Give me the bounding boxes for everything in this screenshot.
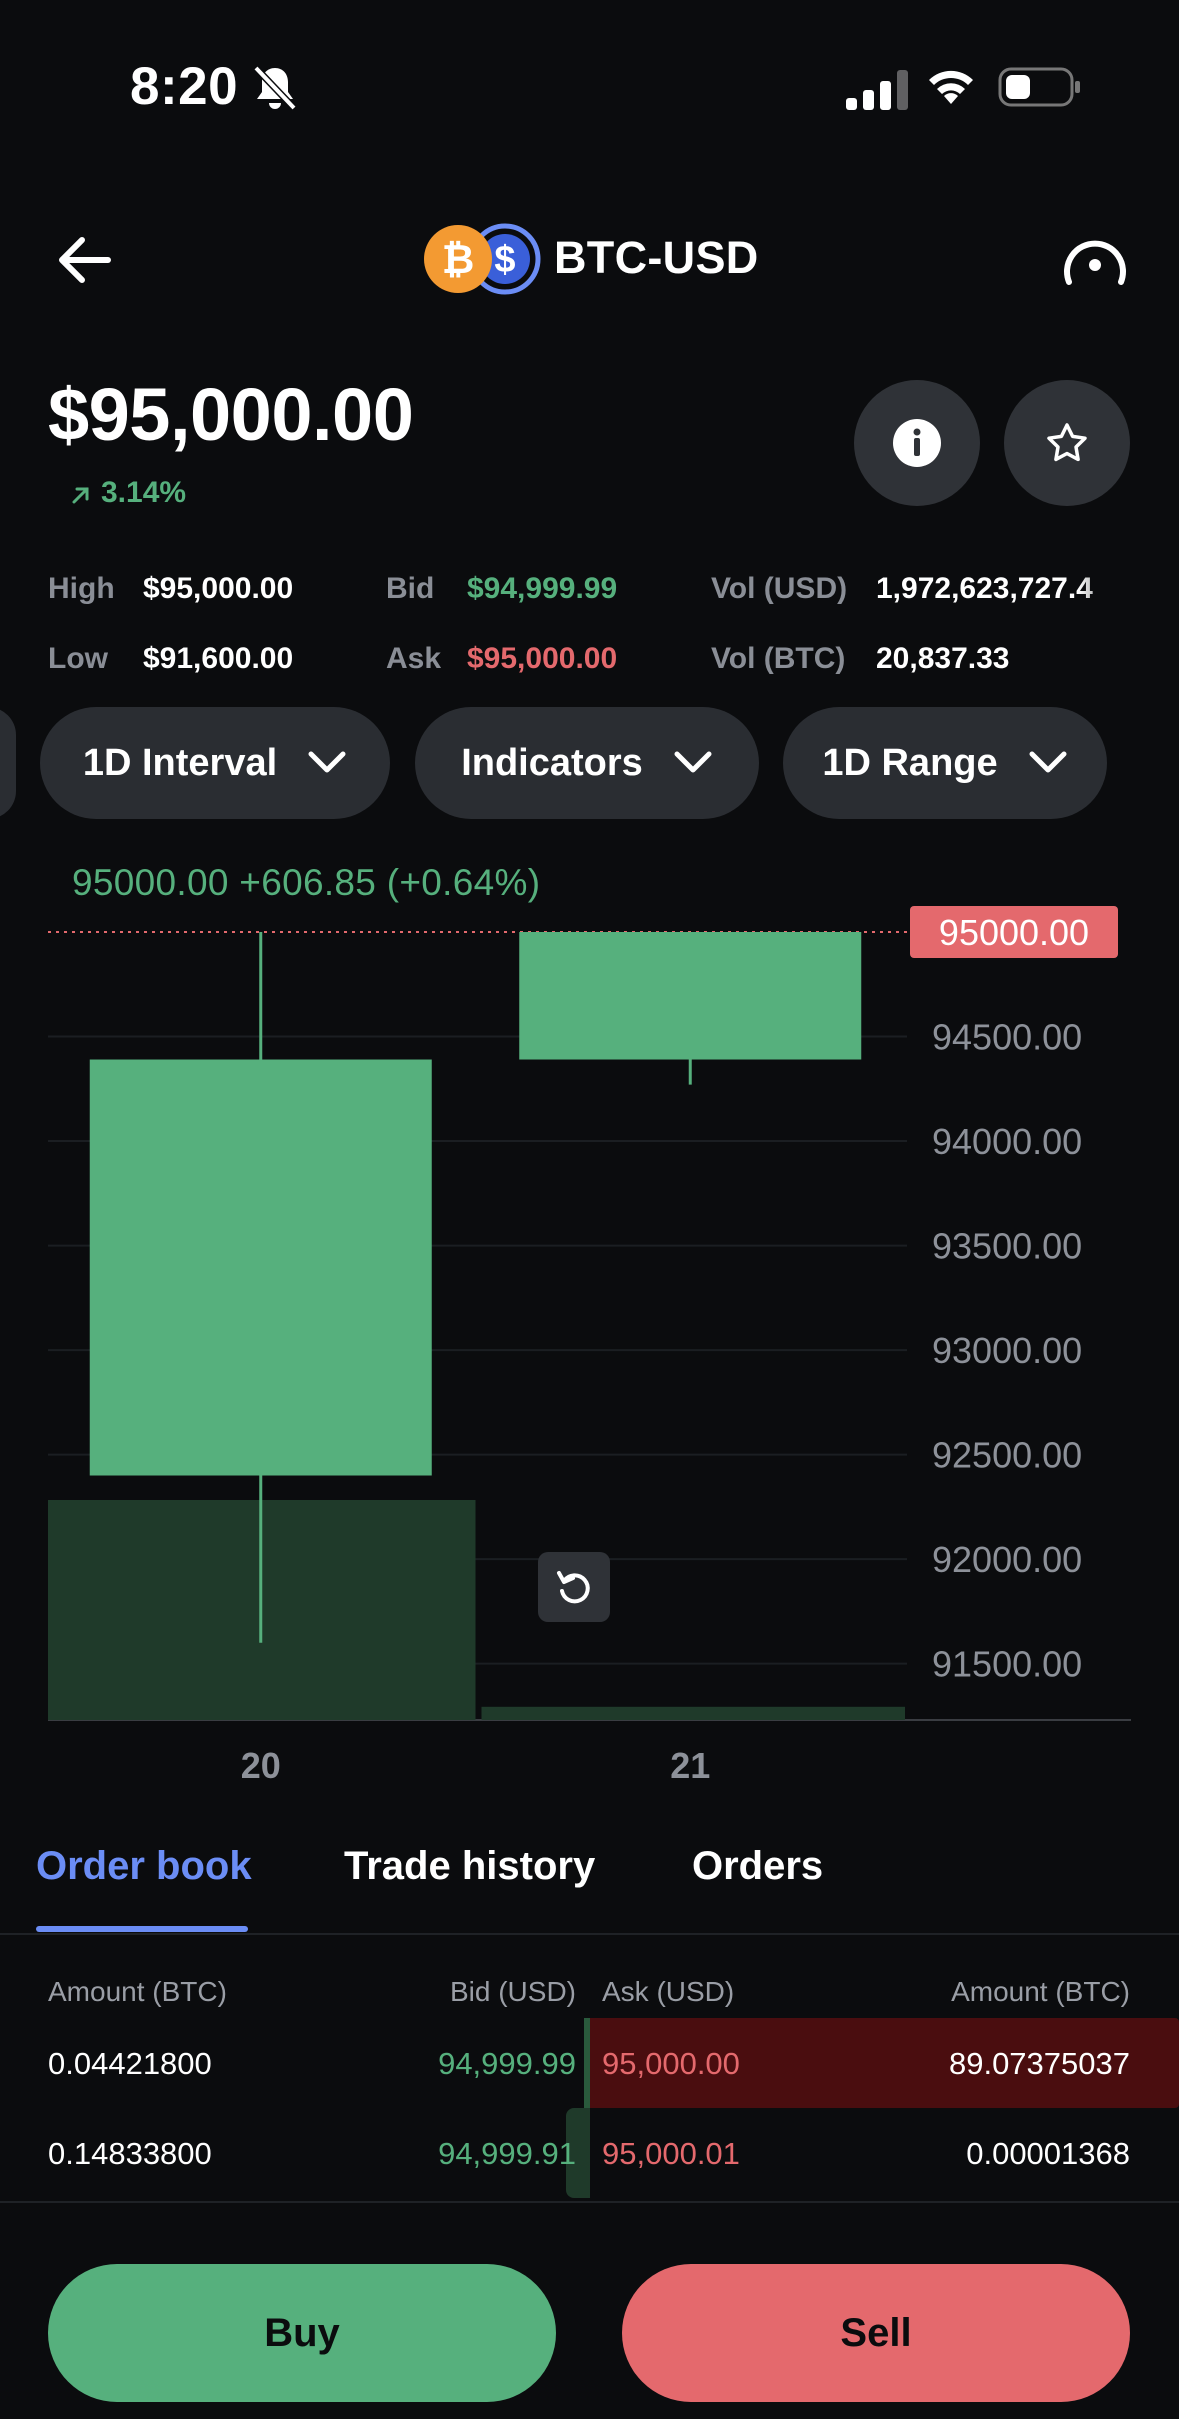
ob-row-1-bid[interactable]: 94,999.99: [438, 2046, 576, 2082]
y-tick-label: 94500.00: [932, 1017, 1082, 1058]
ob-row-2-ask[interactable]: 95,000.01: [602, 2136, 740, 2172]
candle-body: [89, 1059, 432, 1476]
ob-header-bid: Bid (USD): [449, 1976, 576, 2007]
ob-row-1-bid-amount: 0.04421800: [48, 2046, 212, 2081]
buy-button[interactable]: Buy: [48, 2264, 556, 2402]
bid-label: Bid: [386, 572, 435, 605]
btc-usd-pair-icon: $ ₿: [424, 223, 541, 295]
y-tick-label: 94000.00: [932, 1121, 1082, 1162]
candlestick-chart[interactable]: 94500.00 94000.00 93500.00 93000.00 92500.00…: [0, 900, 1179, 1780]
ob-header-ask: Ask (USD): [602, 1976, 735, 2007]
info-button[interactable]: [854, 380, 980, 506]
interval-label: 1D Interval: [82, 741, 278, 784]
high-value: $95,000.00: [143, 572, 294, 605]
indicators-label: Indicators: [461, 741, 643, 784]
tab-orders[interactable]: Orders: [692, 1844, 823, 1889]
y-tick-label: 93500.00: [932, 1226, 1082, 1267]
pair-title: BTC-USD: [554, 232, 759, 283]
tab-order-book[interactable]: Order book: [36, 1844, 252, 1889]
ob-header-ask-amount: Amount (BTC): [951, 1976, 1130, 2007]
vol-usd-value: 1,972,623,727.4: [876, 572, 1093, 605]
ob-row-1-ask-amount: 89.07375037: [948, 2046, 1130, 2081]
indicators-dropdown[interactable]: Indicators: [415, 707, 759, 819]
candle-body: [519, 932, 862, 1060]
low-label: Low: [48, 642, 108, 675]
favorite-button[interactable]: [1004, 380, 1130, 506]
chevron-down-icon: [674, 751, 712, 773]
high-label: High: [48, 572, 115, 605]
interval-dropdown[interactable]: 1D Interval: [40, 707, 390, 819]
chevron-down-icon: [1029, 751, 1067, 773]
back-arrow-icon[interactable]: [54, 232, 114, 288]
ob-row-2-ask-amount: 0.00001368: [966, 2136, 1130, 2171]
y-tick-label: 92500.00: [932, 1435, 1082, 1476]
wifi-icon: [929, 70, 973, 104]
svg-text:$: $: [494, 239, 515, 281]
sell-button[interactable]: Sell: [622, 2264, 1130, 2402]
svg-text:₿: ₿: [442, 238, 475, 282]
chart-legend: 95000.00 +606.85 (+0.64%): [72, 862, 541, 903]
low-value: $91,600.00: [143, 642, 294, 675]
price-change: 3.14%: [101, 476, 187, 509]
ob-header-bid-amount: Amount (BTC): [48, 1976, 227, 2007]
current-price-tag-label: 95000.00: [939, 912, 1089, 953]
reset-zoom-button[interactable]: [538, 1552, 610, 1622]
range-label: 1D Range: [822, 741, 998, 784]
ob-row-2-bid[interactable]: 94,999.91: [438, 2136, 576, 2172]
active-tab-indicator: [36, 1926, 248, 1932]
bell-muted-icon: [253, 65, 297, 111]
y-tick-label: 92000.00: [932, 1539, 1082, 1580]
signal-icon: [846, 70, 908, 110]
x-tick-label: 21: [670, 1745, 710, 1780]
y-tick-label: 91500.00: [932, 1644, 1082, 1685]
chevron-down-icon: [308, 751, 346, 773]
filter-pill-offscreen[interactable]: [0, 707, 16, 819]
arrow-up-right-icon: [72, 487, 89, 504]
info-icon: [893, 419, 941, 467]
x-tick-label: 20: [241, 1745, 281, 1780]
ask-label: Ask: [386, 642, 442, 675]
status-time: 8:20: [130, 57, 239, 116]
ask-value: $95,000.00: [467, 642, 618, 675]
vol-btc-label: Vol (BTC): [711, 642, 846, 675]
current-price: $95,000.00: [48, 373, 414, 456]
y-tick-label: 93000.00: [932, 1330, 1082, 1371]
ob-row-2-bid-amount: 0.14833800: [48, 2136, 212, 2171]
battery-icon: [998, 67, 1080, 107]
order-book-divider: [0, 2201, 1179, 2203]
vol-btc-value: 20,837.33: [876, 642, 1010, 675]
reset-icon: [557, 1571, 590, 1604]
ob-row-1-ask[interactable]: 95,000.00: [602, 2046, 740, 2082]
bid-value: $94,999.99: [467, 572, 618, 605]
vol-usd-label: Vol (USD): [711, 572, 848, 605]
gauge-icon[interactable]: [1060, 232, 1130, 292]
tabs-divider: [0, 1933, 1179, 1935]
volume-bar: [481, 1706, 905, 1720]
star-icon: [1047, 423, 1087, 462]
tab-trade-history[interactable]: Trade history: [344, 1844, 595, 1889]
range-dropdown[interactable]: 1D Range: [783, 707, 1107, 819]
